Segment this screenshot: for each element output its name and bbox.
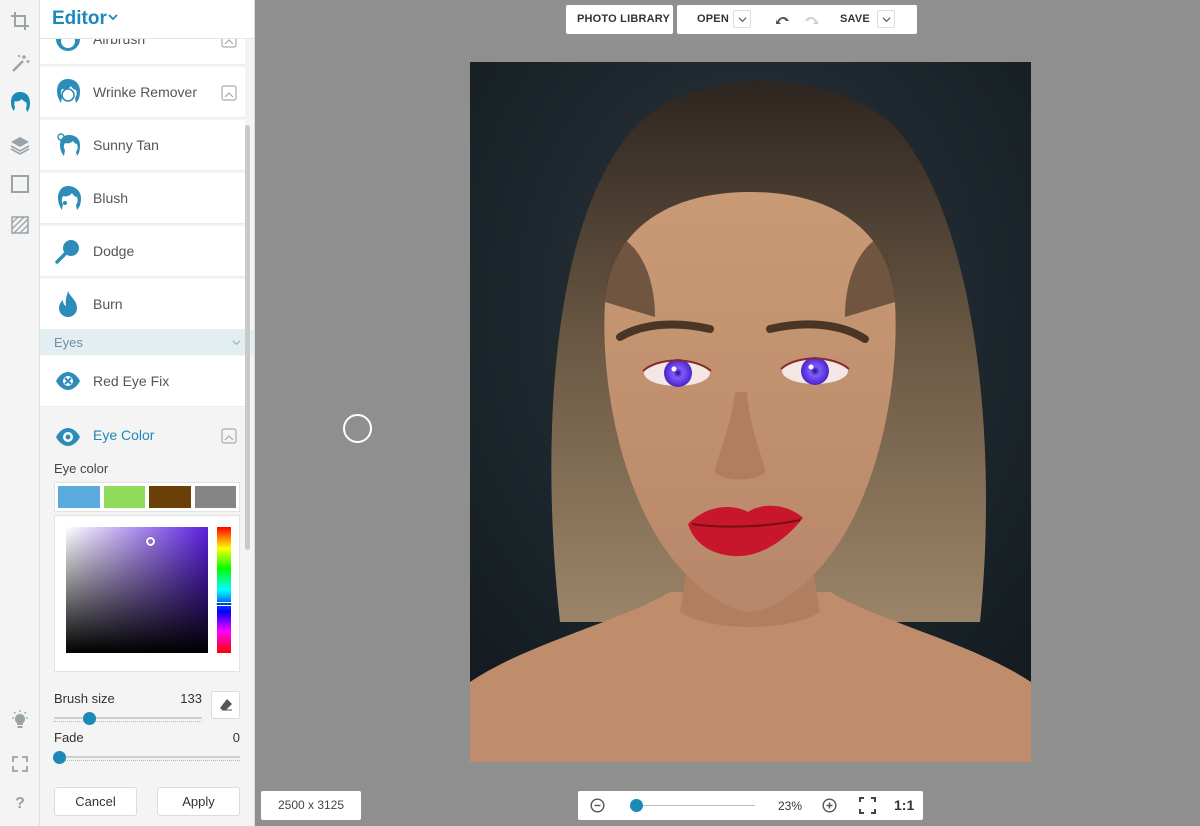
editor-panel: Editor Airbrush Wrinke Remover Sunny Tan… <box>40 0 255 826</box>
tool-dodge[interactable]: Dodge <box>40 226 245 277</box>
chevron-down-icon <box>737 16 747 22</box>
brush-cursor <box>343 414 372 443</box>
tool-burn[interactable]: Burn <box>40 279 245 330</box>
open-button[interactable]: OPEN <box>697 13 729 25</box>
tool-label: Dodge <box>93 243 135 259</box>
fade-label: Fade <box>54 730 84 745</box>
zoom-in-icon[interactable] <box>822 798 837 813</box>
tool-label-active[interactable]: Eye Color <box>93 427 154 443</box>
swatch-green[interactable] <box>103 486 145 508</box>
fit-to-screen-icon[interactable] <box>859 797 876 814</box>
tool-label: Sunny Tan <box>93 137 159 153</box>
chevron-down-icon <box>232 340 241 346</box>
zoom-out-icon[interactable] <box>590 798 605 813</box>
sunny-tan-icon <box>57 133 80 156</box>
saturation-value-area[interactable] <box>66 527 208 653</box>
swatch-gray[interactable] <box>194 486 236 508</box>
eraser-button[interactable] <box>211 691 240 719</box>
eye-color-label: Eye color <box>54 461 109 476</box>
zoom-bar: 23% 1:1 <box>578 791 923 820</box>
color-picker-handle[interactable] <box>146 537 155 546</box>
eraser-icon <box>219 699 232 711</box>
eye-icon <box>56 372 80 390</box>
zoom-slider[interactable] <box>637 805 755 806</box>
tool-sunny-tan[interactable]: Sunny Tan <box>40 120 245 171</box>
panel-header: Editor <box>40 0 254 39</box>
image-dimensions: 2500 x 3125 <box>261 791 361 820</box>
brush-size-handle[interactable] <box>82 712 96 725</box>
actual-size-button[interactable]: 1:1 <box>894 797 914 813</box>
eye-icon <box>56 428 80 446</box>
eye-color-panel: Eye Color Eye color Brush size 133 Fade … <box>40 410 245 826</box>
fade-value: 0 <box>232 730 240 745</box>
section-label: Eyes <box>54 335 83 350</box>
lightbulb-icon[interactable] <box>8 708 32 732</box>
flame-icon <box>59 291 77 317</box>
touch-up-face-icon[interactable] <box>8 90 32 114</box>
save-dropdown[interactable] <box>877 10 895 28</box>
zoom-level: 23% <box>778 799 803 813</box>
swatch-blue[interactable] <box>58 486 100 508</box>
undo-icon[interactable] <box>775 13 791 26</box>
swatch-brown[interactable] <box>149 486 191 508</box>
fade-handle[interactable] <box>53 751 66 764</box>
premium-badge-icon <box>221 85 237 101</box>
tool-wrinkle-remover[interactable]: Wrinke Remover <box>40 67 245 118</box>
brush-size-slider[interactable] <box>54 717 202 722</box>
wrinkle-remover-icon <box>57 79 80 103</box>
portrait-image <box>470 62 1031 762</box>
file-toolbar: OPEN SAVE <box>677 5 917 34</box>
save-button[interactable]: SAVE <box>840 13 870 25</box>
panel-title[interactable]: Editor <box>52 8 107 30</box>
crop-icon[interactable] <box>8 9 32 33</box>
layers-icon[interactable] <box>8 133 32 157</box>
cancel-button[interactable]: Cancel <box>54 787 137 816</box>
redo-icon[interactable] <box>803 13 819 26</box>
brush-size-label: Brush size <box>54 691 115 706</box>
swatch-row <box>54 482 240 512</box>
tool-red-eye-fix[interactable]: Red Eye Fix <box>40 356 245 407</box>
zoom-slider-handle[interactable] <box>630 799 643 812</box>
tool-label: Burn <box>93 296 123 312</box>
dodge-icon <box>55 240 79 264</box>
magic-wand-icon[interactable] <box>8 52 32 76</box>
texture-icon[interactable] <box>8 213 32 237</box>
fullscreen-icon[interactable] <box>8 752 32 776</box>
apply-button[interactable]: Apply <box>157 787 240 816</box>
chevron-down-icon <box>881 16 891 22</box>
photo-library-button[interactable]: PHOTO LIBRARY <box>566 5 673 34</box>
hue-slider[interactable] <box>217 527 231 653</box>
photo-canvas[interactable] <box>470 62 1031 762</box>
frame-icon[interactable] <box>8 172 32 196</box>
tool-rail: ? <box>0 0 40 826</box>
panel-scrollbar[interactable] <box>245 125 250 550</box>
premium-badge-icon <box>221 428 237 444</box>
color-picker <box>54 515 240 672</box>
tool-label: Red Eye Fix <box>93 373 170 389</box>
tool-label: Blush <box>93 190 129 206</box>
hue-slider-handle[interactable] <box>215 602 233 606</box>
tool-label: Wrinke Remover <box>93 84 197 100</box>
help-icon[interactable]: ? <box>8 792 32 816</box>
tool-blush[interactable]: Blush <box>40 173 245 224</box>
fade-slider[interactable] <box>54 756 240 761</box>
chevron-down-icon[interactable] <box>108 12 118 22</box>
photo-library-label: PHOTO LIBRARY <box>577 13 671 25</box>
brush-size-value: 133 <box>180 691 202 706</box>
open-dropdown[interactable] <box>733 10 751 28</box>
blush-icon <box>58 186 81 210</box>
section-eyes[interactable]: Eyes <box>40 330 254 355</box>
